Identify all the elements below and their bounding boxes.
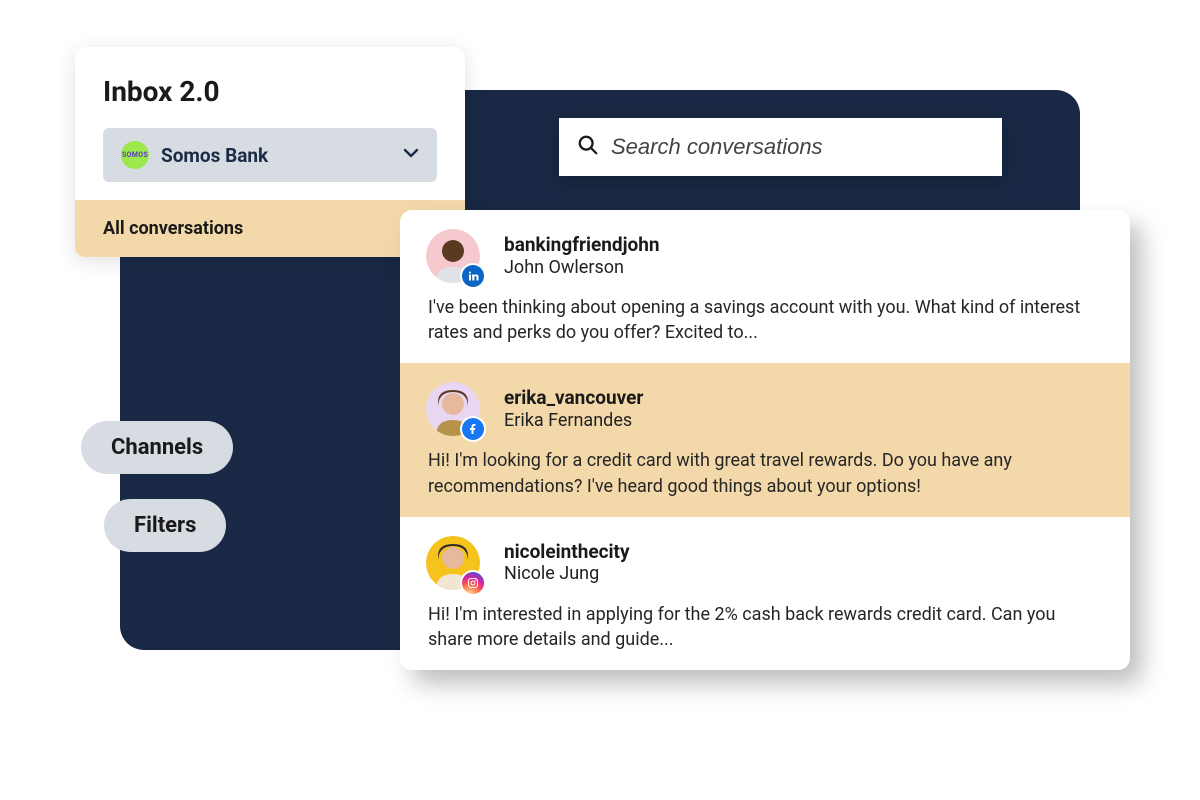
filters-pill[interactable]: Filters [104,499,226,552]
conversation-snippet: Hi! I'm interested in applying for the 2… [428,602,1104,652]
chevron-down-icon [403,145,419,165]
conversation-row[interactable]: nicoleinthecity Nicole Jung Hi! I'm inte… [400,517,1130,670]
conversation-username: nicoleinthecity [504,540,630,564]
instagram-icon [462,572,484,594]
org-selector[interactable]: SOMOS Somos Bank [103,128,437,182]
conversations-panel: bankingfriendjohn John Owlerson I've bee… [400,210,1130,670]
avatar-wrap [426,229,480,283]
search-input[interactable] [611,134,984,160]
org-logo: SOMOS [121,141,149,169]
conversation-snippet: I've been thinking about opening a savin… [428,295,1104,345]
conversation-username: bankingfriendjohn [504,233,660,257]
conversation-row[interactable]: erika_vancouver Erika Fernandes Hi! I'm … [400,363,1130,516]
inbox-title: Inbox 2.0 [75,75,465,128]
channels-pill[interactable]: Channels [81,421,233,474]
conversation-realname: John Owlerson [504,257,660,280]
org-name: Somos Bank [161,144,391,167]
conversation-realname: Erika Fernandes [504,410,643,433]
search-bar[interactable] [559,118,1002,176]
conversation-snippet: Hi! I'm looking for a credit card with g… [428,448,1104,498]
facebook-icon [462,418,484,440]
conversation-row[interactable]: bankingfriendjohn John Owlerson I've bee… [400,210,1130,363]
avatar-wrap [426,536,480,590]
avatar-wrap [426,382,480,436]
search-icon [577,134,599,160]
linkedin-icon [462,265,484,287]
conversation-username: erika_vancouver [504,386,643,410]
conversation-realname: Nicole Jung [504,563,630,586]
